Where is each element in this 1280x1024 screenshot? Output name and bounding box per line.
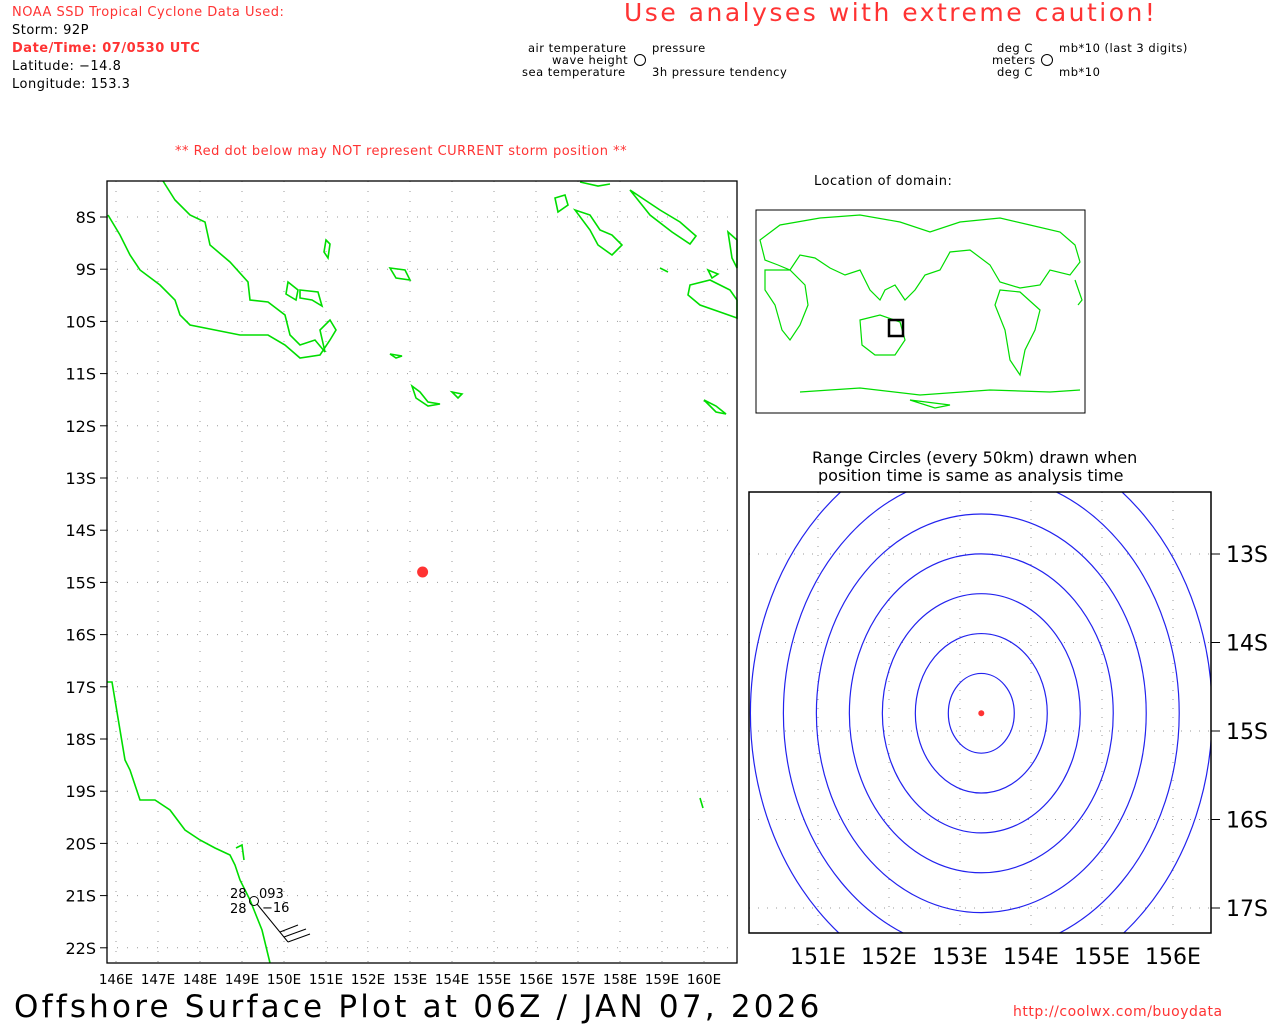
domain-location-box bbox=[887, 318, 905, 338]
main-lon-labels: 146E 147E 148E 149E 150E 151E 152E 153E 154E 155E… bbox=[99, 972, 721, 988]
range-lon-label: 152E bbox=[861, 945, 917, 970]
range-lon-label: 151E bbox=[790, 945, 846, 970]
lon-tick-label: 148E bbox=[183, 972, 217, 988]
station-sea-temp: 28 bbox=[230, 902, 247, 917]
lon-tick-label: 153E bbox=[393, 972, 427, 988]
lon-tick-label: 154E bbox=[435, 972, 469, 988]
lat-tick-label: 14S bbox=[65, 521, 96, 540]
lon-tick-label: 147E bbox=[141, 972, 175, 988]
range-lon-labels: 151E 152E 153E 154E 155E 156E bbox=[790, 945, 1201, 970]
footer-url[interactable]: http://coolwx.com/buoydata bbox=[1013, 1004, 1223, 1021]
main-lat-labels: 8S 9S 10S 11S 12S 13S 14S 15S 16S 17S 18S 19S 20S 21S… bbox=[65, 208, 107, 958]
lat-tick-label: 21S bbox=[65, 887, 96, 906]
lon-tick-label: 160E bbox=[687, 972, 721, 988]
lat-tick-label: 15S bbox=[65, 573, 96, 592]
lon-tick-label: 150E bbox=[267, 972, 301, 988]
footer-title: Offshore Surface Plot at 06Z / JAN 07, 2… bbox=[14, 989, 823, 1024]
legend-station-icon bbox=[634, 54, 646, 66]
lon-tick-label: 146E bbox=[99, 972, 133, 988]
range-lat-label: 14S bbox=[1226, 632, 1268, 657]
lat-tick-label: 11S bbox=[65, 365, 96, 384]
lat-tick-label: 19S bbox=[65, 782, 96, 801]
range-lat-labels: 13S 14S 15S 16S 17S bbox=[1211, 543, 1268, 922]
legend-station-unit-icon bbox=[1041, 54, 1053, 66]
lat-tick-label: 13S bbox=[65, 469, 96, 488]
station-tendency: −16 bbox=[262, 901, 289, 916]
inset-world-coastlines bbox=[759, 214, 1083, 409]
lon-tick-label: 158E bbox=[603, 972, 637, 988]
range-lat-label: 15S bbox=[1226, 720, 1268, 745]
range-lon-label: 155E bbox=[1074, 945, 1130, 970]
lat-tick-label: 9S bbox=[76, 260, 96, 279]
lon-tick-label: 157E bbox=[561, 972, 595, 988]
range-lat-label: 13S bbox=[1226, 543, 1268, 568]
range-lon-label: 154E bbox=[1003, 945, 1059, 970]
lon-tick-label: 156E bbox=[519, 972, 553, 988]
lat-tick-label: 16S bbox=[65, 626, 96, 645]
range-storm-marker bbox=[978, 710, 985, 717]
lat-tick-label: 10S bbox=[65, 312, 96, 331]
lon-tick-label: 149E bbox=[225, 972, 259, 988]
lat-tick-label: 22S bbox=[65, 939, 96, 958]
station-air-temp: 28 bbox=[230, 887, 247, 902]
lat-tick-label: 8S bbox=[76, 208, 96, 227]
lon-tick-label: 159E bbox=[645, 972, 679, 988]
station-pressure: 093 bbox=[259, 887, 284, 902]
range-lon-label: 156E bbox=[1145, 945, 1201, 970]
lon-tick-label: 155E bbox=[477, 972, 511, 988]
surface-plot: NOAA SSD Tropical Cyclone Data Used: Sto… bbox=[0, 0, 1280, 1024]
plot-canvas: 8S 9S 10S 11S 12S 13S 14S 15S 16S 17S 18S 19S 20S 21S… bbox=[65, 54, 1268, 988]
lat-tick-label: 20S bbox=[65, 834, 96, 853]
lat-tick-label: 17S bbox=[65, 678, 96, 697]
range-lat-label: 17S bbox=[1226, 897, 1268, 922]
lat-tick-label: 18S bbox=[65, 730, 96, 749]
range-lon-label: 153E bbox=[932, 945, 988, 970]
lon-tick-label: 151E bbox=[309, 972, 343, 988]
range-lat-label: 16S bbox=[1226, 809, 1268, 834]
storm-position-marker[interactable] bbox=[417, 566, 429, 578]
lon-tick-label: 152E bbox=[351, 972, 385, 988]
lat-tick-label: 12S bbox=[65, 417, 96, 436]
